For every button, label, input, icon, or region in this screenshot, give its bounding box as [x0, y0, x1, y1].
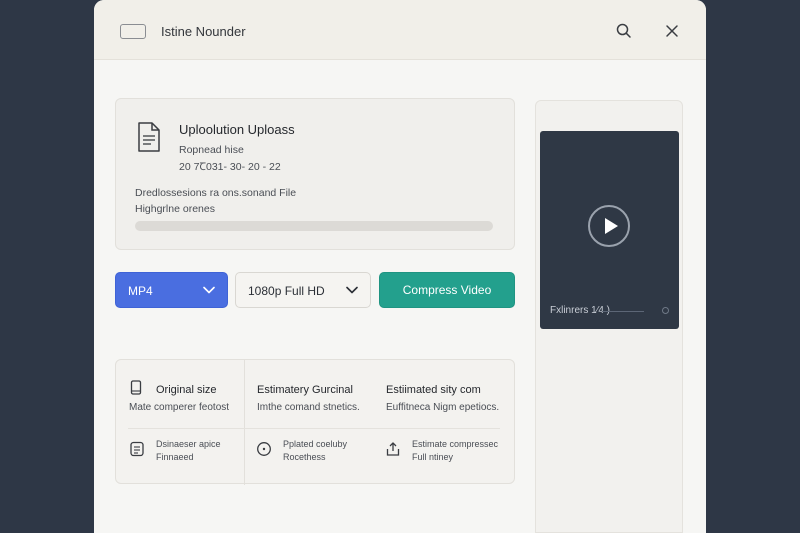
- upload-file-meta: 20 7Ꞇ031- 30- 20 - 22: [179, 161, 281, 173]
- format-value: MP4: [128, 284, 153, 298]
- search-icon[interactable]: [615, 22, 633, 40]
- stat-column-estimate: Estimatery Gurcinal Imthe comand stnetic…: [244, 360, 374, 485]
- window-icon: [120, 24, 146, 39]
- format-dropdown[interactable]: MP4: [115, 272, 228, 308]
- app-window: Istine Nounder Uploolution Uploass Ropne…: [94, 0, 706, 533]
- upload-card: Uploolution Uploass Ropnead hise 20 7Ꞇ03…: [115, 98, 515, 250]
- stats-divider: [128, 428, 500, 429]
- play-button[interactable]: [588, 205, 630, 247]
- stat-head: Estiimated sity com: [386, 384, 481, 396]
- resolution-value: 1080p Full HD: [248, 284, 325, 298]
- upload-icon: [386, 442, 400, 456]
- preview-panel: Fxlinrers 1⁄4 ): [535, 100, 683, 533]
- stat-column-estimated-size: Estiimated sity com Euffitneca Nigm epet…: [374, 360, 514, 485]
- stat-sub: Mate comperer feotost: [129, 402, 230, 413]
- upload-file-name: Ropnead hise: [179, 144, 244, 156]
- volume-icon[interactable]: [662, 307, 669, 314]
- chevron-down-icon: [346, 286, 358, 294]
- stat-head: Estimatery Gurcinal: [257, 384, 353, 396]
- phone-icon: [130, 380, 142, 395]
- video-scrubber[interactable]: [602, 311, 644, 312]
- detail-line: Finnaeed: [156, 452, 194, 462]
- detail-line: Rocethess: [283, 452, 326, 462]
- chevron-down-icon: [203, 286, 215, 294]
- upload-progress-bar: [135, 221, 493, 231]
- upload-status: Highgrlne orenes: [135, 203, 215, 215]
- detail-line: Dsinaeser apice: [156, 439, 221, 449]
- play-icon: [605, 218, 618, 234]
- resolution-dropdown[interactable]: 1080p Full HD: [235, 272, 371, 308]
- stats-card: Original size Mate comperer feotost Dsin…: [115, 359, 515, 485]
- compress-video-button[interactable]: Compress Video: [379, 272, 515, 308]
- document-icon: [138, 122, 160, 152]
- upload-title: Uploolution Uploass: [179, 122, 295, 137]
- stat-column-original: Original size Mate comperer feotost Dsin…: [116, 360, 244, 485]
- title-bar: Istine Nounder: [94, 0, 706, 60]
- video-timecode: Fxlinrers 1⁄4 ): [550, 305, 611, 316]
- stat-sub: Imthe comand stnetics.: [257, 402, 360, 413]
- detail-line: Full ntiney: [412, 452, 454, 462]
- upload-description: Dredlossesions ra ons.sonand File: [135, 187, 297, 199]
- stat-head: Original size: [156, 384, 217, 396]
- detail-line: Estimate compressec: [412, 439, 499, 449]
- detail-line: Pplated coeluby: [283, 439, 348, 449]
- video-preview[interactable]: Fxlinrers 1⁄4 ): [540, 131, 679, 329]
- close-icon[interactable]: [663, 22, 681, 40]
- window-title: Istine Nounder: [161, 24, 246, 39]
- clock-icon: [257, 442, 271, 456]
- stat-sub: Euffitneca Nigm epetiocs.: [386, 402, 500, 413]
- document-list-icon: [130, 441, 144, 457]
